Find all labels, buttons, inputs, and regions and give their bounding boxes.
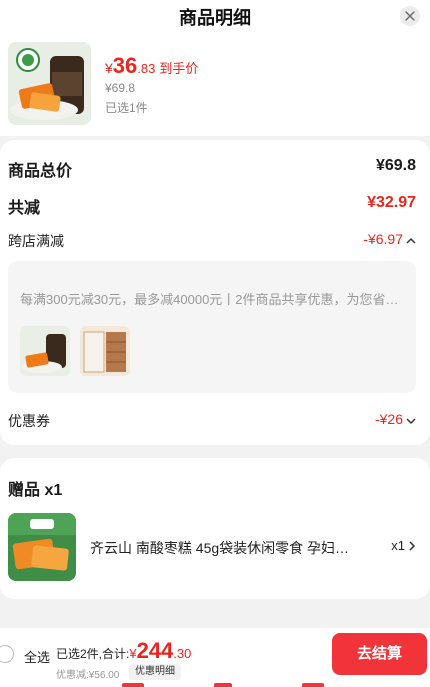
- promo-item-thumbnail[interactable]: [20, 326, 70, 376]
- select-all-radio[interactable]: [0, 645, 14, 663]
- promo-text: 每满300元减30元，最多减40000元丨2件商品共享优惠，为您省了6.97元: [20, 292, 410, 307]
- gift-image[interactable]: [8, 513, 76, 581]
- badge-peek: [302, 683, 324, 687]
- coupon-value: -¥26: [374, 411, 403, 427]
- total-integer: 244: [136, 638, 174, 663]
- coupon-label: 优惠券: [8, 413, 50, 429]
- select-all-label[interactable]: 全选: [24, 647, 50, 666]
- price-breakdown-card: 商品总价 ¥69.8 共减 ¥32.97 跨店满减 -¥6.97 每满300元减…: [0, 140, 430, 445]
- total-label: 商品总价: [8, 163, 73, 180]
- gift-title: 赠品 x1: [8, 482, 63, 499]
- discount-text: 优惠减:¥56.00: [56, 670, 120, 681]
- checkout-bar: 全选 已选2件,合计:¥244.30 优惠减:¥56.00 优惠明细 去结算: [0, 628, 430, 687]
- gift-card: 赠品 x1 齐云山 南酸枣糕 45g袋装休闲零食 孕妇儿童零食 x1: [0, 458, 430, 599]
- total-summary: 已选2件,合计:¥244.30: [56, 638, 191, 664]
- total-decimal: .30: [173, 646, 192, 661]
- sheet-title: 商品明细: [179, 8, 251, 28]
- product-price: ¥36.83 到手价: [105, 53, 198, 79]
- gift-quantity[interactable]: x1: [391, 538, 416, 554]
- badge-peek: [122, 683, 144, 687]
- checkout-button[interactable]: 去结算: [332, 633, 427, 675]
- chevron-up-icon: [406, 232, 416, 248]
- cross-store-value: -¥6.97: [363, 231, 403, 247]
- price-tag: 到手价: [159, 61, 199, 76]
- close-icon[interactable]: [400, 6, 420, 26]
- product-image[interactable]: [8, 42, 91, 125]
- cross-store-row[interactable]: 跨店满减 -¥6.97: [8, 231, 416, 255]
- discount-detail-button[interactable]: 优惠明细: [129, 664, 181, 680]
- reduce-row: 共减 ¥32.97: [8, 194, 416, 218]
- selected-count: 已选1件: [105, 101, 148, 115]
- cross-store-value-wrap: -¥6.97: [363, 231, 416, 248]
- coupon-value-wrap: -¥26: [375, 411, 416, 428]
- badge-peek: [214, 683, 232, 687]
- promo-panel: 每满300元减30元，最多减40000元丨2件商品共享优惠，为您省了6.97元: [8, 261, 416, 393]
- reduce-value: ¥32.97: [367, 194, 416, 211]
- chevron-right-icon: [408, 539, 416, 554]
- price-integer: 36: [112, 53, 138, 78]
- chevron-down-icon: [406, 412, 416, 428]
- product-header: 商品明细 ¥36.83 到手价 ¥69.8 已选1件: [0, 0, 430, 136]
- total-row: 商品总价 ¥69.8: [8, 157, 416, 181]
- gift-qty-value: x1: [391, 538, 405, 553]
- original-price: ¥69.8: [105, 81, 136, 95]
- gift-name[interactable]: 齐云山 南酸枣糕 45g袋装休闲零食 孕妇儿童零食: [90, 538, 355, 558]
- reduce-label: 共减: [8, 200, 41, 217]
- cross-store-label: 跨店满减: [8, 233, 64, 249]
- selected-summary: 已选2件,合计:: [56, 647, 130, 661]
- promo-item-thumbnail[interactable]: [80, 326, 130, 376]
- total-currency: ¥: [129, 646, 137, 661]
- price-decimal: .83: [137, 61, 156, 76]
- detail-sheet: 商品明细 ¥36.83 到手价 ¥69.8 已选1件 商品总价 ¥69.8 共减…: [0, 0, 430, 687]
- price-currency: ¥: [105, 60, 113, 76]
- coupon-row[interactable]: 优惠券 -¥26: [8, 411, 416, 435]
- total-value: ¥69.8: [375, 157, 416, 174]
